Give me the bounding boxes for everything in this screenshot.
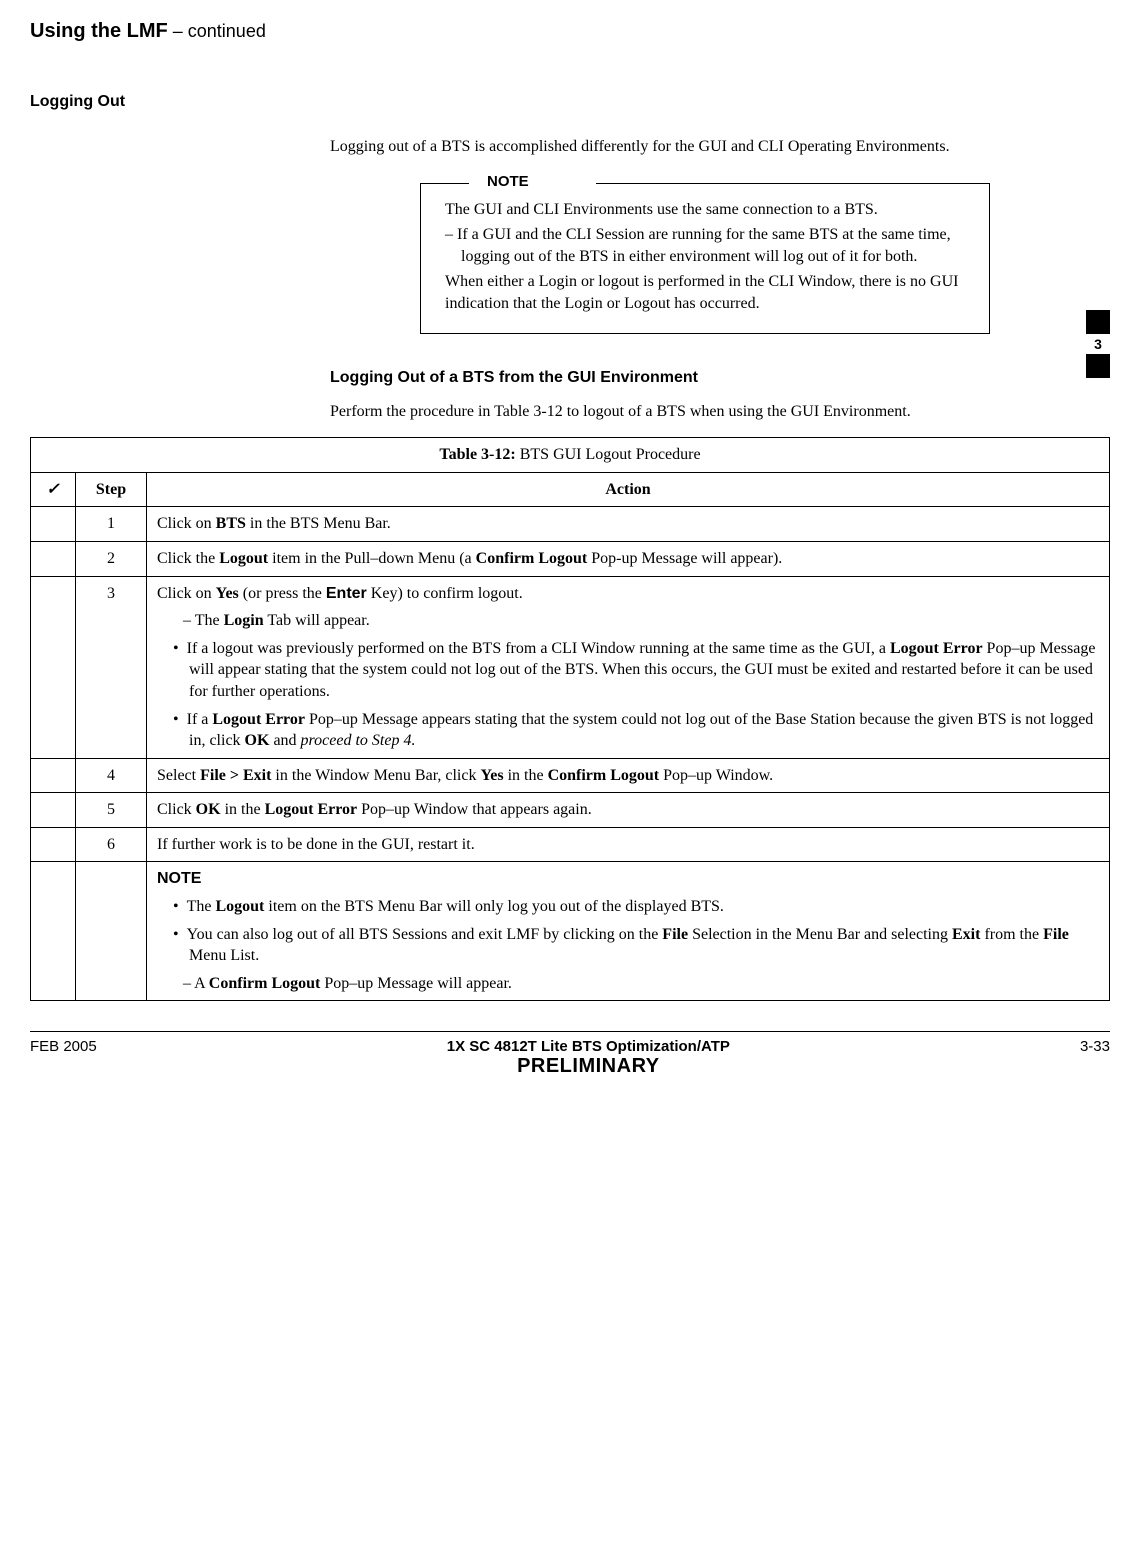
table-title: Table 3-12: BTS GUI Logout Procedure bbox=[31, 438, 1110, 473]
footer-preliminary: PRELIMINARY bbox=[97, 1055, 1080, 1078]
section-tab-number: 3 bbox=[1086, 334, 1110, 354]
note-p1: The GUI and CLI Environments use the sam… bbox=[445, 199, 973, 221]
page-header: Using the LMF – continued bbox=[30, 20, 1110, 43]
note-p2: When either a Login or logout is perform… bbox=[445, 271, 973, 314]
gui-logout-intro: Perform the procedure in Table 3-12 to l… bbox=[330, 401, 1030, 423]
section-logging-out: Logging Out bbox=[30, 93, 1110, 111]
table-hdr-check: ✓ bbox=[31, 472, 76, 507]
subheading-gui-logout: Logging Out of a BTS from the GUI Enviro… bbox=[330, 369, 1030, 387]
table-row: 5 Click OK in the Logout Error Pop–up Wi… bbox=[31, 793, 1110, 828]
note-box: NOTE The GUI and CLI Environments use th… bbox=[420, 183, 990, 334]
table-row: 2 Click the Logout item in the Pull–down… bbox=[31, 541, 1110, 576]
footer-page-number: 3-33 bbox=[1080, 1038, 1110, 1078]
section-tab: 3 bbox=[1086, 310, 1110, 378]
table-hdr-step: Step bbox=[76, 472, 147, 507]
footer-date: FEB 2005 bbox=[30, 1038, 97, 1078]
footer-doc-title: 1X SC 4812T Lite BTS Optimization/ATP bbox=[97, 1038, 1080, 1055]
table-row: 4 Select File > Exit in the Window Menu … bbox=[31, 758, 1110, 793]
note-bullet: – If a GUI and the CLI Session are runni… bbox=[445, 224, 973, 267]
note-label: NOTE bbox=[481, 173, 535, 190]
table-row: 3 Click on Yes (or press the Enter Key) … bbox=[31, 576, 1110, 758]
page-footer: FEB 2005 1X SC 4812T Lite BTS Optimizati… bbox=[30, 1031, 1110, 1078]
table-row: 6 If further work is to be done in the G… bbox=[31, 827, 1110, 862]
table-hdr-action: Action bbox=[147, 472, 1110, 507]
header-title: Using the LMF bbox=[30, 20, 168, 42]
table-3-12: Table 3-12: BTS GUI Logout Procedure ✓ S… bbox=[30, 437, 1110, 1001]
table-row-note: NOTE • The Logout item on the BTS Menu B… bbox=[31, 862, 1110, 1001]
header-continued: – continued bbox=[168, 21, 266, 41]
table-row: 1 Click on BTS in the BTS Menu Bar. bbox=[31, 507, 1110, 542]
logging-out-intro: Logging out of a BTS is accomplished dif… bbox=[330, 136, 1030, 158]
